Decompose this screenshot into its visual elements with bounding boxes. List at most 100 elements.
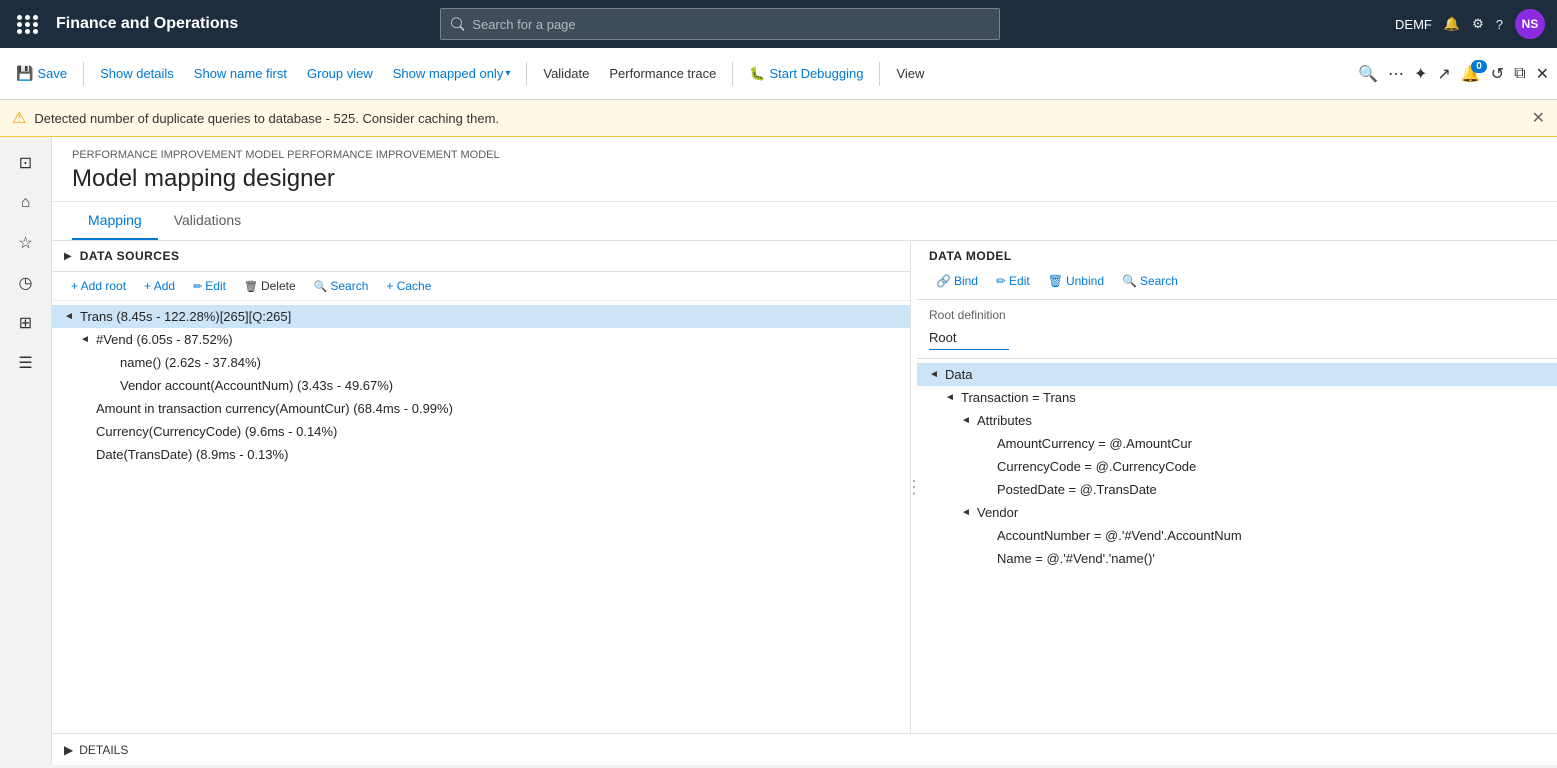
tree-item-vendor-account[interactable]: ▶ Vendor account(AccountNum) (3.43s - 49… — [52, 374, 910, 397]
search-ds-icon: 🔍 — [314, 280, 328, 293]
dm-item-amount-currency-label: AmountCurrency = @.AmountCur — [997, 436, 1192, 451]
dm-item-posted-date[interactable]: ▶ PostedDate = @.TransDate — [917, 478, 1557, 501]
show-details-button[interactable]: Show details — [92, 62, 182, 85]
details-label: DETAILS — [79, 743, 128, 757]
bind-link-icon: 🔗 — [936, 274, 951, 288]
unbind-trash-icon: 🗑 — [1048, 274, 1063, 288]
data-sources-header: ▶ DATA SOURCES — [52, 241, 910, 272]
close-icon[interactable]: ✕ — [1536, 64, 1549, 84]
sidebar-list-icon[interactable]: ☰ — [8, 345, 44, 381]
data-sources-toolbar: + Add root + Add ✏ Edit 🗑 Delete 🔍 — [52, 272, 910, 301]
tab-mapping[interactable]: Mapping — [72, 202, 158, 240]
dm-item-transaction-label: Transaction = Trans — [961, 390, 1076, 405]
view-label[interactable]: View — [888, 62, 932, 85]
tree-item-name[interactable]: ▶ name() (2.62s - 37.84%) — [52, 351, 910, 374]
performance-trace-button[interactable]: Performance trace — [601, 62, 724, 85]
warning-close-button[interactable]: ✕ — [1532, 108, 1545, 128]
tree-item-trans[interactable]: ◄ Trans (8.45s - 122.28%)[265][Q:265] — [52, 305, 910, 328]
save-button[interactable]: 💾 Save — [8, 61, 75, 86]
search-dm-button[interactable]: 🔍 Search — [1115, 271, 1185, 291]
search-icon-toolbar[interactable]: 🔍 — [1358, 64, 1378, 84]
bind-button[interactable]: 🔗 Bind — [929, 271, 985, 291]
global-search-input[interactable] — [472, 17, 989, 32]
dm-toggle-vendor[interactable]: ◄ — [961, 507, 973, 518]
dm-item-attributes[interactable]: ◄ Attributes — [917, 409, 1557, 432]
global-search-bar[interactable] — [440, 8, 1000, 40]
search-ds-button[interactable]: 🔍 Search — [307, 276, 376, 296]
dm-item-data-label: Data — [945, 367, 972, 382]
dm-item-account-number[interactable]: ▶ AccountNumber = @.'#Vend'.AccountNum — [917, 524, 1557, 547]
sidebar-home-icon[interactable]: ⌂ — [8, 185, 44, 221]
tree-toggle-trans[interactable]: ◄ — [64, 311, 76, 322]
settings-icon[interactable]: ⚙ — [1472, 16, 1484, 32]
edit-button[interactable]: ✏ Edit — [186, 276, 233, 296]
tree-toggle-vend[interactable]: ◄ — [80, 334, 92, 345]
add-button[interactable]: + Add — [137, 276, 182, 296]
tree-item-date[interactable]: ▶ Date(TransDate) (8.9ms - 0.13%) — [52, 443, 910, 466]
toolbar-separator-2 — [526, 62, 527, 86]
dm-item-currency-code-label: CurrencyCode = @.CurrencyCode — [997, 459, 1196, 474]
delete-button[interactable]: 🗑 Delete — [237, 276, 303, 296]
dm-item-currency-code[interactable]: ▶ CurrencyCode = @.CurrencyCode — [917, 455, 1557, 478]
notification-badge: 0 — [1471, 60, 1487, 73]
sidebar-workspaces-icon[interactable]: ⊞ — [8, 305, 44, 341]
page-title: Model mapping designer — [72, 165, 1537, 193]
edit-pencil-icon: ✏ — [193, 280, 202, 293]
tree-item-date-label: Date(TransDate) (8.9ms - 0.13%) — [96, 447, 288, 462]
settings2-icon[interactable]: ✦ — [1414, 64, 1427, 84]
refresh-icon[interactable]: ↺ — [1491, 64, 1504, 84]
new-window-icon[interactable]: ⧉ — [1514, 65, 1525, 83]
tree-item-amount-trans[interactable]: ▶ Amount in transaction currency(AmountC… — [52, 397, 910, 420]
edit-dm-button[interactable]: ✏ Edit — [989, 271, 1037, 291]
dm-item-posted-date-label: PostedDate = @.TransDate — [997, 482, 1157, 497]
tree-item-currency[interactable]: ▶ Currency(CurrencyCode) (9.6ms - 0.14%) — [52, 420, 910, 443]
details-bar[interactable]: ▶ DETAILS — [52, 733, 1557, 765]
dm-item-account-number-label: AccountNumber = @.'#Vend'.AccountNum — [997, 528, 1242, 543]
app-grid-button[interactable] — [12, 8, 44, 40]
debug-icon: 🐛 — [749, 66, 765, 82]
data-sources-pane: ▶ DATA SOURCES + Add root + Add ✏ Edit — [52, 241, 911, 733]
show-mapped-only-button[interactable]: Show mapped only ▾ — [385, 62, 519, 85]
warning-icon: ⚠ — [12, 108, 26, 128]
data-model-toolbar: 🔗 Bind ✏ Edit 🗑 Unbind 🔍 — [929, 271, 1545, 291]
dropdown-arrow-icon: ▾ — [505, 68, 510, 79]
group-view-button[interactable]: Group view — [299, 62, 381, 85]
help-icon[interactable]: ? — [1496, 17, 1503, 32]
user-avatar[interactable]: NS — [1515, 9, 1545, 39]
dm-item-amount-currency[interactable]: ▶ AmountCurrency = @.AmountCur — [917, 432, 1557, 455]
app-title: Finance and Operations — [56, 15, 238, 33]
dm-item-attributes-label: Attributes — [977, 413, 1032, 428]
add-root-button[interactable]: + Add root — [64, 276, 133, 296]
tree-item-currency-label: Currency(CurrencyCode) (9.6ms - 0.14%) — [96, 424, 337, 439]
dm-item-vendor-name[interactable]: ▶ Name = @.'#Vend'.'name()' — [917, 547, 1557, 570]
tree-item-vend[interactable]: ◄ #Vend (6.05s - 87.52%) — [52, 328, 910, 351]
sidebar-recent-icon[interactable]: ◷ — [8, 265, 44, 301]
search-icon — [451, 17, 464, 31]
sidebar-favorites-icon[interactable]: ☆ — [8, 225, 44, 261]
data-sources-expand-icon[interactable]: ▶ — [64, 251, 72, 262]
dm-toggle-data[interactable]: ◄ — [929, 369, 941, 380]
more-options-icon[interactable]: ⋯ — [1388, 64, 1404, 84]
dm-item-vendor-label: Vendor — [977, 505, 1018, 520]
validate-button[interactable]: Validate — [535, 62, 597, 85]
dm-item-data[interactable]: ◄ Data — [917, 363, 1557, 386]
toolbar-separator-1 — [83, 62, 84, 86]
sidebar-filter-icon[interactable]: ⊡ — [8, 145, 44, 181]
tree-item-amount-trans-label: Amount in transaction currency(AmountCur… — [96, 401, 453, 416]
dm-item-vendor[interactable]: ◄ Vendor — [917, 501, 1557, 524]
dm-toggle-transaction[interactable]: ◄ — [945, 392, 957, 403]
data-model-title: DATA MODEL — [929, 249, 1545, 263]
tab-bar: Mapping Validations — [52, 202, 1557, 241]
show-name-first-button[interactable]: Show name first — [186, 62, 295, 85]
details-toggle-icon[interactable]: ▶ — [64, 743, 73, 757]
dm-toggle-attributes[interactable]: ◄ — [961, 415, 973, 426]
root-definition-area: Root definition Root — [917, 300, 1557, 359]
unbind-button[interactable]: 🗑 Unbind — [1041, 271, 1111, 291]
ext-link-icon[interactable]: ↗ — [1437, 64, 1450, 84]
tab-validations[interactable]: Validations — [158, 202, 257, 240]
breadcrumb: PERFORMANCE IMPROVEMENT MODEL PERFORMANC… — [72, 149, 1537, 161]
start-debugging-button[interactable]: 🐛 Start Debugging — [741, 62, 871, 86]
notification-icon[interactable]: 🔔 — [1444, 16, 1460, 32]
cache-button[interactable]: + Cache — [379, 276, 438, 296]
dm-item-transaction[interactable]: ◄ Transaction = Trans — [917, 386, 1557, 409]
